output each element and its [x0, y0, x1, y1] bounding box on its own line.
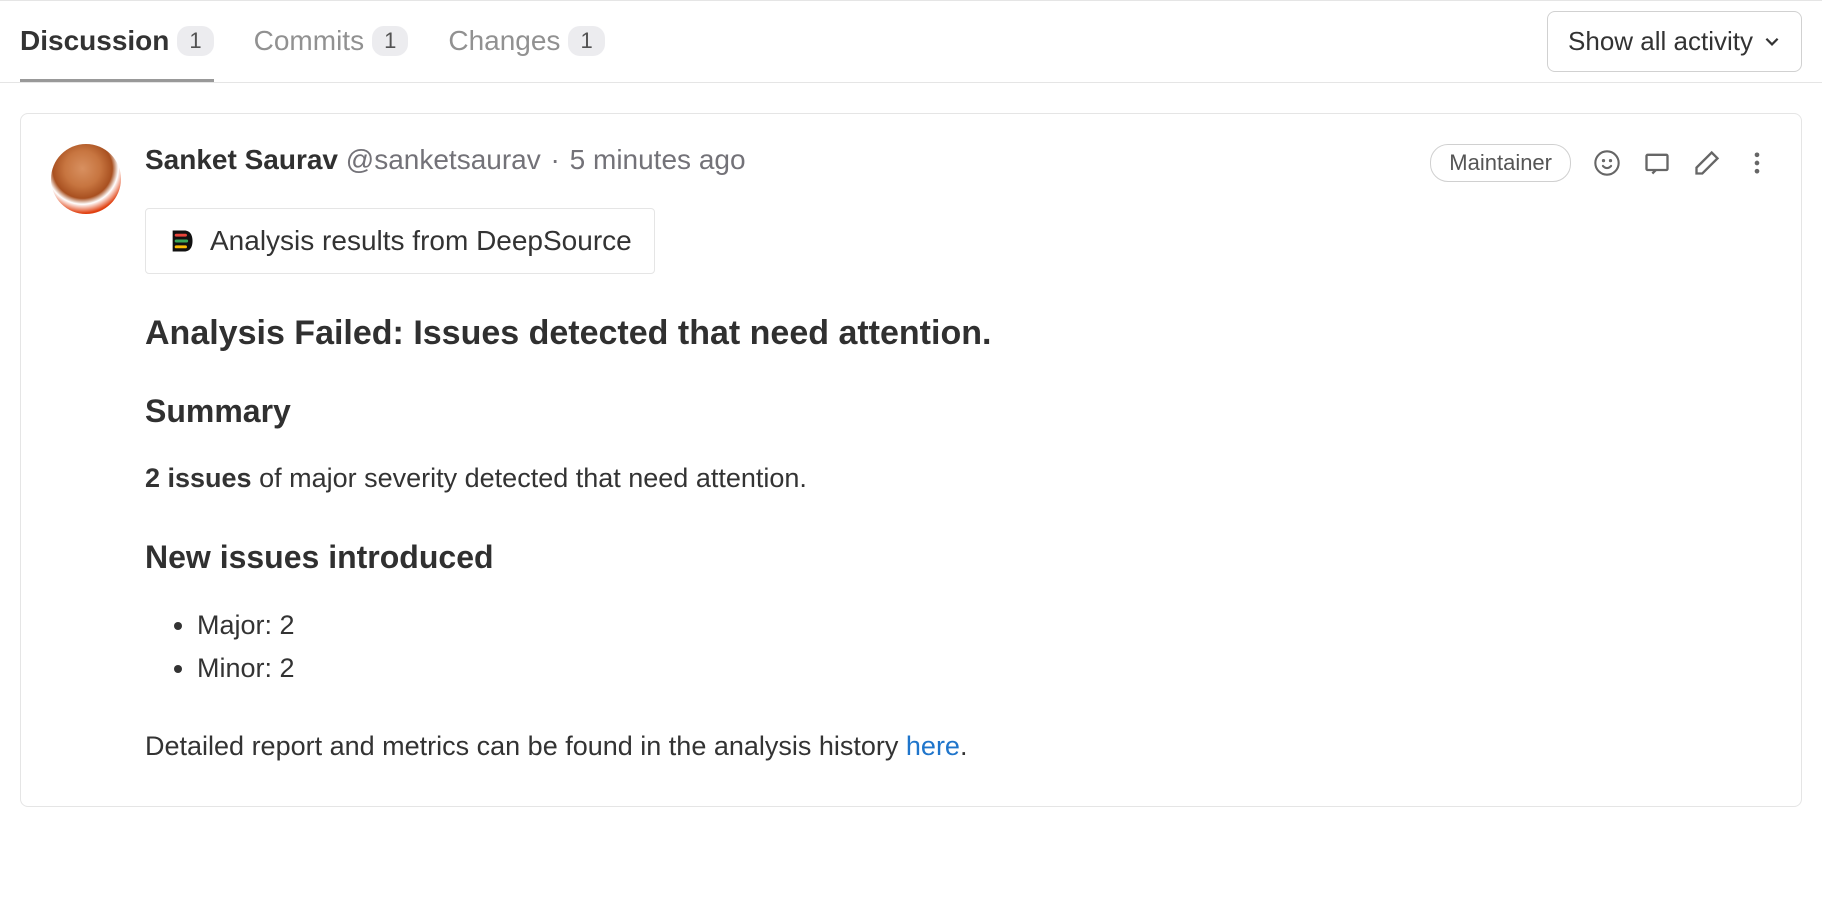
analysis-box-label: Analysis results from DeepSource: [210, 225, 632, 257]
edit-icon[interactable]: [1693, 149, 1721, 177]
issues-list: Major: 2 Minor: 2: [197, 604, 1771, 690]
tab-changes[interactable]: Changes 1: [448, 1, 604, 82]
summary-issues-count: 2 issues: [145, 463, 252, 493]
emoji-icon[interactable]: [1593, 149, 1621, 177]
comment-body: Analysis Failed: Issues detected that ne…: [145, 314, 1771, 766]
more-icon[interactable]: [1743, 149, 1771, 177]
detail-suffix: .: [960, 731, 968, 761]
comment-content: Sanket Saurav @sanketsaurav · 5 minutes …: [145, 144, 1771, 776]
author-line: Sanket Saurav @sanketsaurav · 5 minutes …: [145, 144, 746, 176]
analysis-status-heading: Analysis Failed: Issues detected that ne…: [145, 314, 1771, 353]
comment-timestamp: 5 minutes ago: [570, 144, 746, 175]
activity-filter-label: Show all activity: [1568, 26, 1753, 57]
tab-commits-label: Commits: [254, 25, 364, 57]
author-username[interactable]: @sanketsaurav: [346, 144, 541, 175]
tab-commits-count: 1: [372, 26, 408, 56]
new-issues-heading: New issues introduced: [145, 539, 1771, 576]
reply-icon[interactable]: [1643, 149, 1671, 177]
discussion-comment: Sanket Saurav @sanketsaurav · 5 minutes …: [20, 113, 1802, 807]
tab-discussion-count: 1: [177, 26, 213, 56]
tab-discussion[interactable]: Discussion 1: [20, 1, 214, 82]
separator-dot: ·: [549, 144, 562, 175]
list-item: Major: 2: [197, 604, 1771, 647]
tab-discussion-label: Discussion: [20, 25, 169, 57]
author-display-name[interactable]: Sanket Saurav: [145, 144, 338, 175]
detail-prefix: Detailed report and metrics can be found…: [145, 731, 906, 761]
comment-header: Sanket Saurav @sanketsaurav · 5 minutes …: [145, 144, 1771, 182]
chevron-down-icon: [1763, 26, 1781, 57]
tab-changes-count: 1: [568, 26, 604, 56]
tab-changes-label: Changes: [448, 25, 560, 57]
list-item: Minor: 2: [197, 647, 1771, 690]
tabs-bar: Discussion 1 Commits 1 Changes 1 Show al…: [0, 1, 1822, 83]
activity-filter-dropdown[interactable]: Show all activity: [1547, 11, 1802, 72]
role-badge: Maintainer: [1430, 144, 1571, 182]
deepsource-logo-icon: [168, 227, 196, 255]
analysis-history-link[interactable]: here: [906, 731, 960, 761]
detail-text: Detailed report and metrics can be found…: [145, 726, 1771, 767]
summary-heading: Summary: [145, 393, 1771, 430]
tab-commits[interactable]: Commits 1: [254, 1, 409, 82]
comment-actions: Maintainer: [1430, 144, 1771, 182]
avatar[interactable]: [51, 144, 121, 214]
summary-text: 2 issues of major severity detected that…: [145, 458, 1771, 499]
tabs: Discussion 1 Commits 1 Changes 1: [20, 1, 605, 82]
summary-rest: of major severity detected that need att…: [252, 463, 807, 493]
analysis-summary-box: Analysis results from DeepSource: [145, 208, 655, 274]
